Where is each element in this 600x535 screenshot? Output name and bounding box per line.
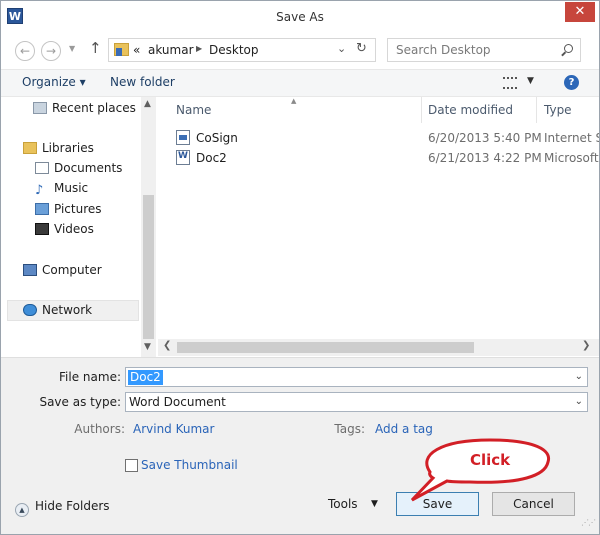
word-document-icon [176,150,190,165]
column-divider[interactable] [421,97,422,123]
hide-folders-button[interactable]: ▲ Hide Folders [15,499,110,517]
scroll-down-icon[interactable]: ▼ [144,342,151,352]
file-name-label: File name: [59,370,121,384]
pictures-icon [35,203,49,215]
add-tag-link[interactable]: Add a tag [375,422,433,436]
file-list-horizontal-scrollbar[interactable]: ❮ ❯ [158,339,599,356]
file-date: 6/20/2013 5:40 PM [428,131,542,145]
tags-label: Tags: [334,422,365,436]
tools-button[interactable]: Tools [328,497,358,511]
back-button[interactable]: ← [15,41,35,61]
file-name: Doc2 [196,151,227,165]
folder-icon [114,43,129,56]
sidebar-item-music[interactable]: ♪ Music [35,181,88,199]
nav-pane-scrollbar[interactable]: ▲ ▼ [141,97,156,357]
new-folder-button[interactable]: New folder [110,75,175,89]
column-divider[interactable] [536,97,537,123]
dialog-title: Save As [276,10,324,24]
authors-label: Authors: [74,422,125,436]
navigation-bar: ← → ▼ ↑ « akumar ▶ Desktop ⌄ ↻ Search De… [1,33,599,67]
recent-places-icon [33,102,47,114]
file-date: 6/21/2013 4:22 PM [428,151,542,165]
breadcrumb-overflow[interactable]: « [133,43,140,57]
callout-text: Click [470,451,511,469]
sidebar-item-videos[interactable]: Videos [35,222,94,240]
scroll-right-icon[interactable]: ❯ [582,340,590,351]
videos-icon [35,223,49,235]
cosign-file-icon [176,130,190,145]
scrollbar-thumb[interactable] [177,342,474,353]
libraries-icon [23,142,37,154]
sort-ascending-icon: ▲ [291,97,297,105]
up-folder-button[interactable]: ↑ [89,39,102,57]
save-thumbnail-checkbox[interactable] [125,459,138,472]
authors-value[interactable]: Arvind Kumar [133,422,214,436]
save-as-type-dropdown-icon[interactable]: ⌄ [575,396,583,407]
scrollbar-thumb[interactable] [143,195,154,339]
save-as-type-label: Save as type: [39,395,121,409]
search-icon[interactable] [564,44,573,53]
breadcrumb-akumar[interactable]: akumar [148,43,194,57]
view-options-dropdown[interactable]: ▼ [527,76,534,86]
sidebar-item-pictures[interactable]: Pictures [35,202,102,220]
title-bar: W Save As ✕ [1,1,599,33]
change-view-icon[interactable] [503,77,517,89]
network-icon [23,304,37,316]
navigation-pane: Recent places Libraries Documents ♪ Music… [1,97,157,357]
column-header-type[interactable]: Type [544,103,572,117]
scroll-up-icon[interactable]: ▲ [144,99,151,109]
recent-locations-dropdown[interactable]: ▼ [69,44,75,53]
address-bar[interactable]: « akumar ▶ Desktop ⌄ ↻ [108,38,376,62]
file-list: ▲ Name Date modified Type CoSign 6/20/20… [158,97,599,357]
save-thumbnail-label[interactable]: Save Thumbnail [141,458,238,472]
file-row-doc2[interactable]: Doc2 6/21/2013 4:22 PM Microsoft [158,148,599,168]
collapse-icon: ▲ [15,503,29,517]
breadcrumb-desktop[interactable]: Desktop [209,43,259,57]
organize-button[interactable]: Organize ▾ [22,75,86,89]
sidebar-item-documents[interactable]: Documents [35,161,122,179]
save-as-type-value: Word Document [129,395,226,409]
file-name: CoSign [196,131,238,145]
documents-icon [35,162,49,174]
save-as-type-select[interactable]: Word Document ⌄ [125,392,588,412]
forward-button[interactable]: → [41,41,61,61]
computer-icon [23,264,37,276]
search-box[interactable]: Search Desktop [387,38,581,62]
column-header-name[interactable]: Name [176,103,211,117]
file-name-value[interactable]: Doc2 [128,370,163,385]
refresh-icon[interactable]: ↻ [356,41,367,56]
scroll-left-icon[interactable]: ❮ [163,340,171,351]
breadcrumb-separator-icon: ▶ [196,44,203,53]
sidebar-item-network[interactable]: Network [23,303,92,321]
close-button[interactable]: ✕ [565,2,595,22]
file-name-dropdown-icon[interactable]: ⌄ [575,371,583,382]
sidebar-item-recent-places[interactable]: Recent places [33,101,136,119]
save-button[interactable]: Save [396,492,479,516]
sidebar-item-computer[interactable]: Computer [23,263,102,281]
music-icon: ♪ [35,183,44,198]
command-toolbar: Organize ▾ New folder ▼ ? [1,69,599,97]
file-row-cosign[interactable]: CoSign 6/20/2013 5:40 PM Internet S [158,128,599,148]
column-header-date-modified[interactable]: Date modified [428,103,513,117]
resize-grip-icon[interactable]: ⋰⋰ [581,518,596,527]
sidebar-item-libraries[interactable]: Libraries [23,141,94,159]
tools-dropdown-icon[interactable]: ▼ [371,499,378,509]
file-type: Microsoft [544,151,599,165]
file-name-field[interactable]: Doc2 ⌄ [125,367,588,387]
search-input[interactable]: Search Desktop [396,43,491,57]
cancel-button[interactable]: Cancel [492,492,575,516]
address-dropdown-icon[interactable]: ⌄ [337,42,346,55]
file-type: Internet S [544,131,599,145]
help-icon[interactable]: ? [564,75,579,90]
